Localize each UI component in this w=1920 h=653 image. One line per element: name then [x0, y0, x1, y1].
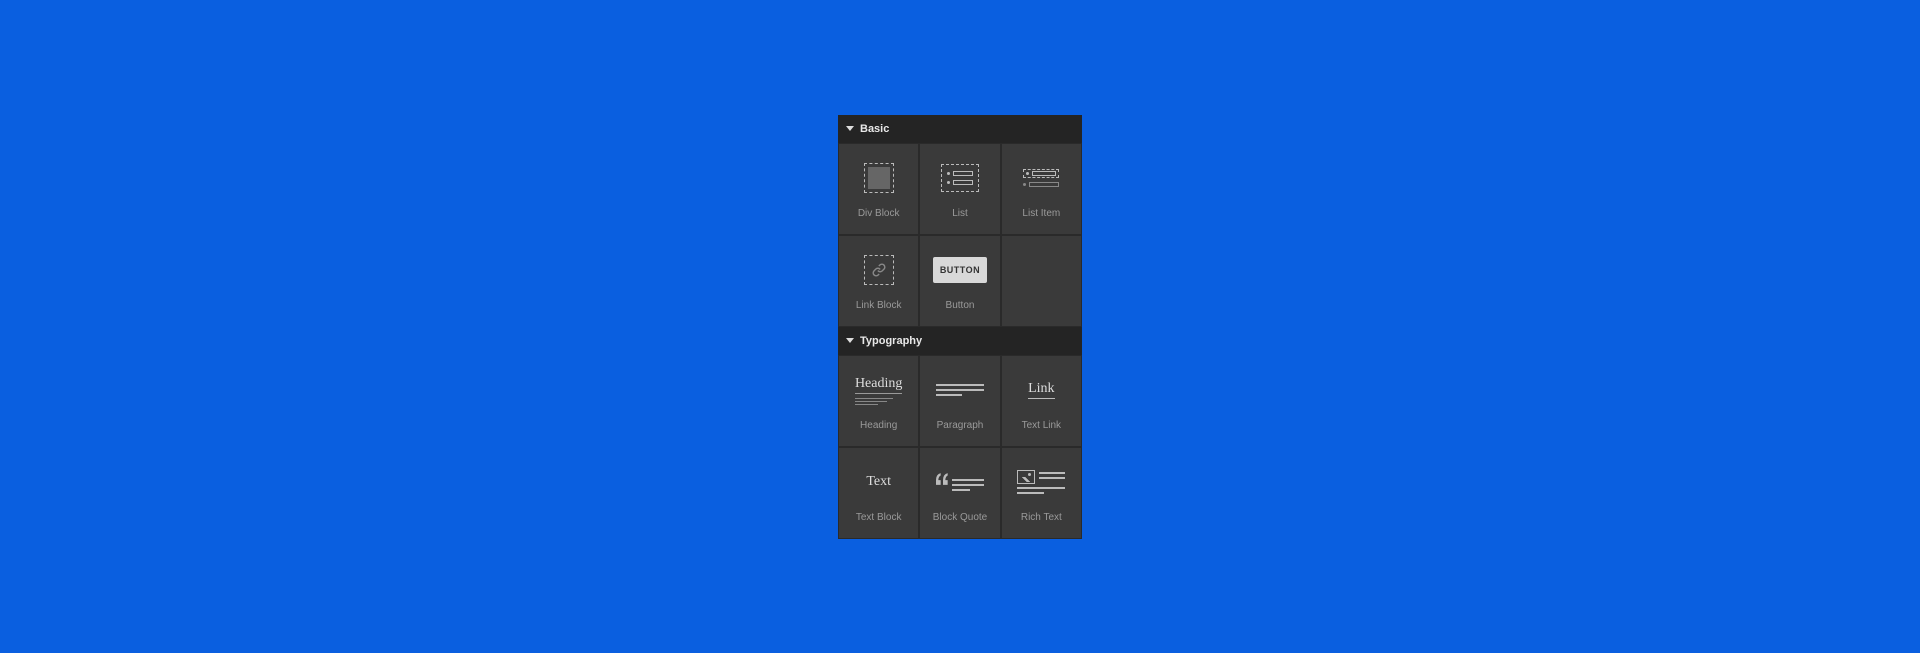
chevron-down-icon [846, 126, 854, 131]
text-block-icon: Text [849, 462, 909, 502]
tile-label: Div Block [858, 208, 900, 219]
link-block-icon [849, 250, 909, 290]
list-item-icon [1011, 158, 1071, 198]
tile-label: List [952, 208, 968, 219]
basic-grid: Div Block List List Item [838, 143, 1082, 327]
tile-label: Link Block [856, 300, 902, 311]
element-text-link[interactable]: Link Text Link [1001, 355, 1082, 447]
element-button[interactable]: BUTTON Button [919, 235, 1000, 327]
tile-label: Rich Text [1021, 512, 1062, 523]
element-link-block[interactable]: Link Block [838, 235, 919, 327]
section-title: Basic [860, 123, 889, 135]
text-link-icon: Link [1011, 370, 1071, 410]
tile-label: Button [946, 300, 975, 311]
elements-panel: Basic Div Block List [838, 115, 1082, 539]
element-text-block[interactable]: Text Text Block [838, 447, 919, 539]
tile-label: List Item [1022, 208, 1060, 219]
element-paragraph[interactable]: Paragraph [919, 355, 1000, 447]
button-icon: BUTTON [930, 250, 990, 290]
tile-label: Paragraph [937, 420, 984, 431]
element-div-block[interactable]: Div Block [838, 143, 919, 235]
div-block-icon [849, 158, 909, 198]
typography-grid: Heading Heading Paragraph Link Text Link… [838, 355, 1082, 539]
section-title: Typography [860, 335, 922, 347]
block-quote-icon [930, 462, 990, 502]
empty-tile [1001, 235, 1082, 327]
element-block-quote[interactable]: Block Quote [919, 447, 1000, 539]
section-header-typography[interactable]: Typography [838, 327, 1082, 355]
tile-label: Text Link [1022, 420, 1061, 431]
tile-label: Heading [860, 420, 897, 431]
rich-text-icon [1011, 462, 1071, 502]
tile-label: Block Quote [933, 512, 987, 523]
tile-label: Text Block [856, 512, 902, 523]
list-icon [930, 158, 990, 198]
chevron-down-icon [846, 338, 854, 343]
paragraph-icon [930, 370, 990, 410]
heading-icon: Heading [849, 370, 909, 410]
section-header-basic[interactable]: Basic [838, 115, 1082, 143]
element-list-item[interactable]: List Item [1001, 143, 1082, 235]
element-list[interactable]: List [919, 143, 1000, 235]
element-rich-text[interactable]: Rich Text [1001, 447, 1082, 539]
element-heading[interactable]: Heading Heading [838, 355, 919, 447]
